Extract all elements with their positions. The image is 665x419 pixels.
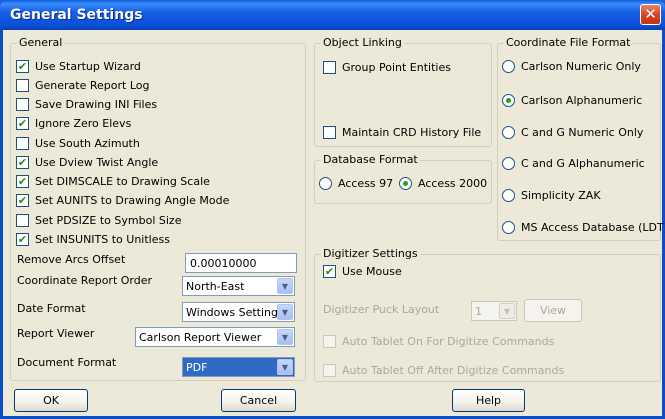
general-option-label: Ignore Zero Elevs [35, 117, 132, 130]
general-option-checkbox[interactable] [16, 156, 29, 169]
coordinate-file-format-radio[interactable] [502, 221, 515, 234]
general-option[interactable]: Save Drawing INI Files [16, 98, 157, 111]
object-linking-title: Object Linking [321, 36, 404, 49]
general-option-label: Use Startup Wizard [35, 60, 141, 73]
digitizer-puck-layout-select[interactable]: 1 ▼ [471, 301, 517, 321]
coordinate-file-format-radio[interactable] [502, 189, 515, 202]
general-option[interactable]: Use South Azimuth [16, 137, 140, 150]
general-option-label: Set PDSIZE to Symbol Size [35, 214, 182, 227]
general-option-checkbox[interactable] [16, 175, 29, 188]
coordinate-file-format-radio[interactable] [502, 94, 515, 107]
general-option[interactable]: Ignore Zero Elevs [16, 117, 131, 130]
general-option-label: Set AUNITS to Drawing Angle Mode [35, 194, 230, 207]
cancel-button[interactable]: Cancel [221, 389, 296, 412]
general-option[interactable]: Use Startup Wizard [16, 60, 141, 73]
coordinate-file-format-option[interactable]: Carlson Numeric Only [502, 60, 641, 73]
report-viewer-value: Carlson Report Viewer [139, 331, 262, 344]
general-option-label: Set DIMSCALE to Drawing Scale [35, 175, 210, 188]
coordinate-file-format-label: MS Access Database (LDT) [521, 221, 665, 234]
maintain-crd-history-option[interactable]: Maintain CRD History File [323, 126, 481, 139]
access-97-option[interactable]: Access 97 [319, 177, 393, 190]
coordinate-file-format-label: C and G Numeric Only [521, 126, 644, 139]
coordinate-file-format-option[interactable]: C and G Numeric Only [502, 126, 643, 139]
coordinate-file-format-radio[interactable] [502, 157, 515, 170]
general-option-checkbox[interactable] [16, 98, 29, 111]
general-option-checkbox[interactable] [16, 60, 29, 73]
database-format-title: Database Format [321, 153, 420, 166]
use-mouse-option[interactable]: Use Mouse [323, 265, 402, 278]
general-option[interactable]: Generate Report Log [16, 79, 149, 92]
general-option-checkbox[interactable] [16, 214, 29, 227]
coordinate-report-order-select[interactable]: North-East ▼ [182, 276, 295, 296]
general-option[interactable]: Set DIMSCALE to Drawing Scale [16, 175, 210, 188]
general-option[interactable]: Set AUNITS to Drawing Angle Mode [16, 194, 229, 207]
remove-arcs-offset-input[interactable] [185, 253, 297, 273]
general-group-title: General [17, 36, 65, 49]
coordinate-file-format-title: Coordinate File Format [504, 36, 633, 49]
maintain-crd-history-checkbox[interactable] [323, 126, 336, 139]
view-button[interactable]: View [524, 299, 582, 322]
chevron-down-icon[interactable]: ▼ [277, 359, 293, 375]
digitizer-puck-layout-value: 1 [475, 305, 482, 318]
date-format-value: Windows Setting [186, 306, 278, 319]
coordinate-file-format-option[interactable]: C and G Alphanumeric [502, 157, 645, 170]
chevron-down-icon[interactable]: ▼ [499, 303, 515, 319]
auto-tablet-on-checkbox[interactable] [323, 335, 336, 348]
help-button[interactable]: Help [452, 389, 525, 412]
remove-arcs-offset-label: Remove Arcs Offset [17, 253, 126, 266]
general-option-checkbox[interactable] [16, 233, 29, 246]
report-viewer-select[interactable]: Carlson Report Viewer ▼ [135, 327, 295, 347]
general-option-label: Save Drawing INI Files [35, 98, 158, 111]
general-option-checkbox[interactable] [16, 79, 29, 92]
general-option-label: Use South Azimuth [35, 137, 140, 150]
auto-tablet-on-option[interactable]: Auto Tablet On For Digitize Commands [323, 335, 554, 348]
use-mouse-checkbox[interactable] [323, 265, 336, 278]
general-option-checkbox[interactable] [16, 194, 29, 207]
general-option-label: Use Dview Twist Angle [35, 156, 159, 169]
date-format-select[interactable]: Windows Setting ▼ [182, 302, 295, 322]
access-97-radio[interactable] [319, 177, 332, 190]
document-format-label: Document Format [17, 356, 117, 369]
general-option-checkbox[interactable] [16, 117, 29, 130]
digitizer-settings-title: Digitizer Settings [321, 247, 420, 260]
window-title: General Settings [10, 7, 143, 23]
group-point-entities-option[interactable]: Group Point Entities [323, 61, 451, 74]
coordinate-file-format-label: Simplicity ZAK [521, 189, 601, 202]
coordinate-report-order-label: Coordinate Report Order [17, 274, 153, 287]
general-option-label: Generate Report Log [35, 79, 150, 92]
ok-button[interactable]: OK [14, 389, 88, 412]
coordinate-file-format-option[interactable]: Carlson Alphanumeric [502, 94, 642, 107]
coordinate-file-format-label: C and G Alphanumeric [521, 157, 645, 170]
general-option-label: Set INSUNITS to Unitless [35, 233, 170, 246]
close-icon: ✕ [644, 5, 657, 23]
auto-tablet-off-checkbox[interactable] [323, 364, 336, 377]
chevron-down-icon[interactable]: ▼ [277, 304, 293, 320]
digitizer-puck-layout-label: Digitizer Puck Layout [323, 303, 440, 316]
chevron-down-icon[interactable]: ▼ [277, 278, 293, 294]
coordinate-file-format-radio[interactable] [502, 60, 515, 73]
group-point-entities-checkbox[interactable] [323, 61, 336, 74]
title-bar[interactable]: General Settings ✕ [0, 0, 665, 30]
date-format-label: Date Format [17, 302, 86, 315]
coordinate-file-format-label: Carlson Alphanumeric [521, 94, 643, 107]
general-option[interactable]: Set PDSIZE to Symbol Size [16, 214, 181, 227]
general-option-checkbox[interactable] [16, 137, 29, 150]
general-settings-dialog: General Settings ✕ General Use Startup W… [0, 0, 665, 419]
access-2000-option[interactable]: Access 2000 [399, 177, 487, 190]
general-option[interactable]: Set INSUNITS to Unitless [16, 233, 170, 246]
coordinate-file-format-radio[interactable] [502, 126, 515, 139]
document-format-select[interactable]: PDF ▼ [182, 357, 295, 377]
close-button[interactable]: ✕ [640, 4, 661, 25]
coordinate-file-format-option[interactable]: MS Access Database (LDT) [502, 221, 665, 234]
coordinate-file-format-label: Carlson Numeric Only [521, 60, 641, 73]
chevron-down-icon[interactable]: ▼ [277, 329, 293, 345]
document-format-value: PDF [186, 361, 208, 374]
access-2000-radio[interactable] [399, 177, 412, 190]
general-option[interactable]: Use Dview Twist Angle [16, 156, 158, 169]
coordinate-report-order-value: North-East [186, 280, 245, 293]
report-viewer-label: Report Viewer [17, 327, 95, 340]
coordinate-file-format-option[interactable]: Simplicity ZAK [502, 189, 601, 202]
auto-tablet-off-option[interactable]: Auto Tablet Off After Digitize Commands [323, 364, 564, 377]
